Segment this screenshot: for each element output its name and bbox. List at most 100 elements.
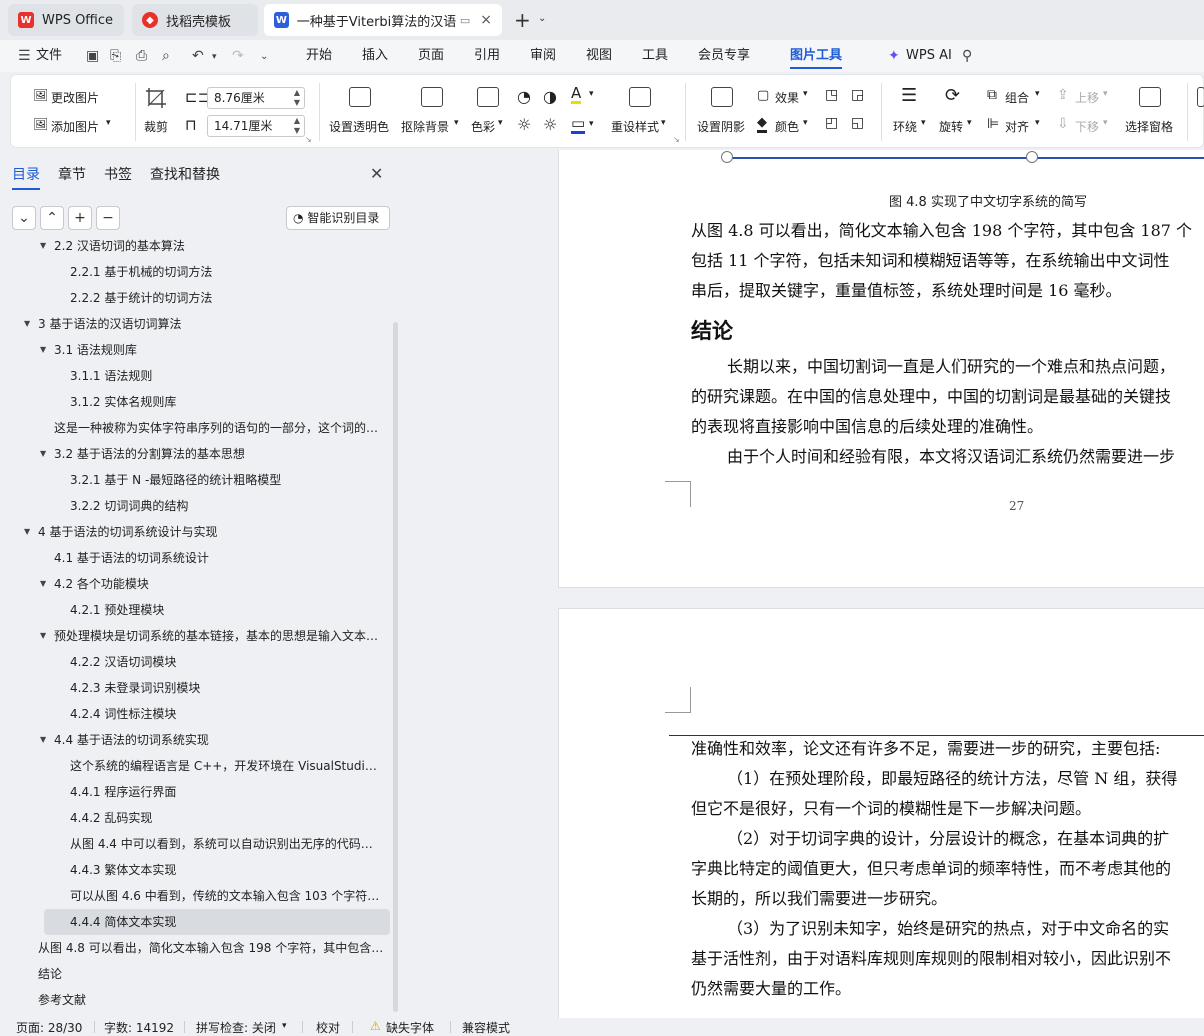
align-button[interactable]: 对齐 [1005, 118, 1029, 135]
word-count[interactable]: 字数: 14192 [104, 1019, 174, 1036]
wrap-button[interactable]: 环绕 [893, 118, 917, 135]
toc-item[interactable]: 4.4.3 繁体文本实现 [70, 857, 384, 883]
menu-view[interactable]: 视图 [586, 40, 612, 72]
menu-home[interactable]: 开始 [306, 40, 332, 72]
tab-find-replace[interactable]: 查找和替换 [150, 164, 220, 184]
hamburger-icon[interactable]: ☰ [18, 48, 31, 64]
chevron-down-icon[interactable]: ▾ [661, 118, 666, 128]
chevron-down-icon[interactable]: ▾ [803, 89, 808, 99]
expand-corner-icon[interactable]: ↘ [305, 135, 312, 144]
toc-item[interactable]: 4.2.1 预处理模块 [70, 597, 384, 623]
chevron-down-icon[interactable]: ▾ [454, 118, 459, 128]
menu-member[interactable]: 会员专享 [698, 40, 750, 72]
toc-item[interactable]: 3.1.1 语法规则 [70, 363, 384, 389]
reset-style-button[interactable]: 重设样式 [611, 118, 659, 135]
add-heading-button[interactable]: + [68, 206, 92, 230]
effect-button[interactable]: 效果 [775, 89, 799, 106]
toc-item[interactable]: 预处理模块是切词系统的基本链接，基本的思想是输入文本… [54, 623, 384, 649]
shadow-nudge-icon[interactable]: ◱ [851, 115, 864, 131]
menu-file[interactable]: 文件 [36, 40, 62, 72]
chevron-down-icon[interactable]: ▾ [1103, 118, 1108, 128]
chevron-down-icon[interactable]: ▾ [1035, 118, 1040, 128]
toc-item[interactable]: 4.4.4 简体文本实现 [70, 909, 384, 935]
tab-chapters[interactable]: 章节 [58, 164, 86, 184]
chevron-down-icon[interactable]: ▾ [589, 89, 594, 99]
toc-item[interactable]: 4.2.3 未登录词识别模块 [70, 675, 384, 701]
menu-review[interactable]: 审阅 [530, 40, 556, 72]
toc-expand-triangle-icon[interactable]: ▼ [24, 519, 30, 545]
chevron-down-icon[interactable]: ▾ [803, 118, 808, 128]
chevron-down-icon[interactable]: ⌄ [538, 13, 546, 24]
toc-expand-triangle-icon[interactable]: ▼ [40, 441, 46, 467]
toc-item[interactable]: 3.1 语法规则库 [54, 337, 384, 363]
move-down-button[interactable]: 下移 [1075, 118, 1099, 135]
menu-tools[interactable]: 工具 [642, 40, 668, 72]
menu-page[interactable]: 页面 [418, 40, 444, 72]
toc-item[interactable]: 4.4.2 乱码实现 [70, 805, 384, 831]
toc-item[interactable]: 这个系统的编程语言是 C++，开发环境在 VisualStudio … [70, 753, 384, 779]
toc-item[interactable]: 2.2.2 基于统计的切词方法 [70, 285, 384, 311]
missing-font[interactable]: 缺失字体 [386, 1019, 434, 1036]
remove-heading-button[interactable]: − [96, 206, 120, 230]
toc-item[interactable]: 4.2.4 词性标注模块 [70, 701, 384, 727]
contrast-up-icon[interactable]: ☼ [517, 115, 531, 134]
chevron-down-icon[interactable]: ▾ [967, 118, 972, 128]
toc-item[interactable]: 4.1 基于语法的切词系统设计 [54, 545, 384, 571]
chevron-down-icon[interactable]: ▾ [282, 1021, 287, 1031]
shadow-nudge-icon[interactable]: ◳ [825, 87, 838, 103]
toc-item[interactable]: 从图 4.8 可以看出，简化文本输入包含 198 个字符，其中包含… [38, 935, 384, 961]
contrast-down-icon[interactable]: ☼ [543, 115, 557, 134]
toc-item[interactable]: 从图 4.4 中可以看到，系统可以自动识别出无序的代码而… [70, 831, 384, 857]
tab-docer[interactable]: ◆ 找稻壳模板 [132, 4, 258, 36]
crop-button[interactable]: 裁剪 [144, 118, 168, 135]
highlight-color-icon[interactable]: A [571, 85, 582, 104]
stepper-arrows-icon[interactable]: ▲ ▼ [294, 88, 300, 108]
toc-item[interactable]: 这是一种被称为实体字符串序列的语句的一部分，这个词的… [54, 415, 384, 441]
change-picture-button[interactable]: 更改图片 [51, 89, 99, 106]
toc-item[interactable]: 3 基于语法的汉语切词算法 [38, 311, 384, 337]
toc-scrollbar[interactable] [393, 322, 398, 1012]
toc-item[interactable]: 3.2 基于语法的分割算法的基本思想 [54, 441, 384, 467]
rotate-button[interactable]: 旋转 [939, 118, 963, 135]
expand-up-button[interactable]: ⌃ [40, 206, 64, 230]
save-icon[interactable]: ▣ [86, 48, 99, 64]
toc-item[interactable]: 3.2.1 基于 N -最短路径的统计粗略模型 [70, 467, 384, 493]
spell-check[interactable]: 拼写检查: 关闭 [196, 1019, 276, 1036]
brightness-up-icon[interactable]: ◔ [517, 87, 531, 106]
redo-icon[interactable]: ↷ [232, 48, 244, 64]
chevron-down-icon[interactable]: ▾ [921, 118, 926, 128]
tab-toc[interactable]: 目录 [12, 164, 40, 190]
toc-item[interactable]: 4.4.1 程序运行界面 [70, 779, 384, 805]
tab-wps-office[interactable]: W WPS Office [8, 4, 124, 36]
toc-expand-triangle-icon[interactable]: ▼ [24, 311, 30, 337]
resize-handle[interactable] [1026, 151, 1038, 163]
expand-corner-icon[interactable]: ↘ [673, 135, 680, 144]
toc-expand-triangle-icon[interactable]: ▼ [40, 571, 46, 597]
undo-icon[interactable]: ↶ [192, 48, 204, 64]
smart-toc-button[interactable]: ◔ 智能识别目录 [286, 206, 390, 230]
resize-handle[interactable] [721, 151, 733, 163]
toc-expand-triangle-icon[interactable]: ▼ [40, 337, 46, 363]
chevron-down-icon[interactable]: ▾ [106, 118, 111, 128]
toc-expand-triangle-icon[interactable]: ▼ [40, 236, 46, 259]
group-button[interactable]: 组合 [1005, 89, 1029, 106]
more-chevron-icon[interactable]: ⌄ [260, 51, 268, 62]
menu-picture-tools[interactable]: 图片工具 [790, 40, 843, 72]
shadow-nudge-icon[interactable]: ◰ [825, 115, 838, 131]
height-stepper[interactable]: 14.71厘米 ▲ ▼ [207, 115, 305, 137]
new-tab-button[interactable]: + [514, 8, 531, 32]
toc-expand-triangle-icon[interactable]: ▼ [40, 727, 46, 753]
undo-dropdown-icon[interactable]: ▾ [212, 52, 217, 62]
print-icon[interactable]: ⎙ [136, 48, 147, 64]
toc-item[interactable]: 4.2 各个功能模块 [54, 571, 384, 597]
tab-bookmarks[interactable]: 书签 [104, 164, 132, 184]
line-color-icon[interactable]: ▭ [571, 115, 586, 134]
selection-pane-button[interactable]: 选择窗格 [1125, 118, 1173, 135]
toc-item[interactable]: 结论 [38, 961, 384, 987]
remove-background-button[interactable]: 抠除背景 [401, 118, 449, 135]
toc-item[interactable]: 可以从图 4.6 中看到，传统的文本输入包含 103 个字符… [70, 883, 384, 909]
more-tools-icon[interactable] [1197, 87, 1204, 107]
color2-button[interactable]: 颜色 [775, 118, 799, 135]
toc-item[interactable]: 4 基于语法的切词系统设计与实现 [38, 519, 384, 545]
page-indicator[interactable]: 页面: 28/30 [16, 1019, 82, 1036]
